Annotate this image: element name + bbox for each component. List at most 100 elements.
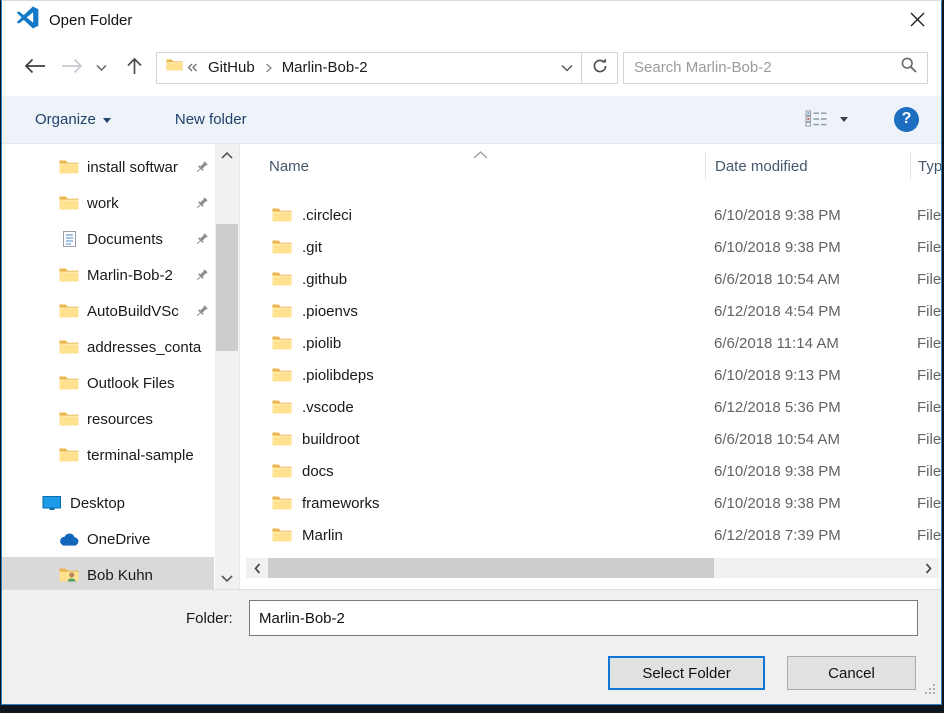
file-row[interactable]: .piolib 6/6/2018 11:14 AM File bbox=[240, 327, 941, 359]
address-box[interactable]: GitHub Marlin-Bob-2 bbox=[156, 52, 582, 84]
arrow-left-icon bbox=[23, 58, 46, 77]
close-button[interactable] bbox=[901, 6, 933, 36]
folder-icon bbox=[272, 303, 292, 319]
sidebar-item-addresses-conta[interactable]: addresses_conta bbox=[2, 329, 214, 365]
help-label: ? bbox=[902, 110, 912, 128]
file-type: File bbox=[910, 463, 941, 480]
folder-icon bbox=[272, 431, 292, 447]
file-name: .piolibdeps bbox=[302, 367, 374, 384]
breadcrumb-item-marlin-bob-2[interactable]: Marlin-Bob-2 bbox=[276, 59, 374, 76]
new-folder-button[interactable]: New folder bbox=[167, 105, 255, 134]
close-icon bbox=[910, 12, 925, 30]
scrollbar-thumb[interactable] bbox=[268, 558, 714, 578]
file-name: frameworks bbox=[302, 495, 380, 512]
file-type: File bbox=[910, 495, 941, 512]
scrollbar-thumb[interactable] bbox=[216, 224, 238, 351]
folder-icon bbox=[58, 159, 80, 175]
sidebar-item-label: terminal-sample bbox=[87, 447, 214, 464]
sidebar-item-label: Desktop bbox=[70, 495, 214, 512]
file-row[interactable]: frameworks 6/10/2018 9:38 PM File bbox=[240, 487, 941, 519]
sidebar-item-label: work bbox=[87, 195, 194, 212]
refresh-icon bbox=[591, 57, 609, 78]
documents-icon bbox=[58, 230, 80, 248]
scroll-up-button[interactable] bbox=[215, 146, 239, 164]
arrow-right-icon bbox=[61, 58, 84, 77]
file-type: File bbox=[910, 303, 941, 320]
cancel-button[interactable]: Cancel bbox=[787, 656, 916, 690]
onedrive-icon bbox=[58, 532, 80, 547]
file-name: .piolib bbox=[302, 335, 341, 352]
sidebar-item-bob-kuhn[interactable]: Bob Kuhn bbox=[2, 557, 214, 589]
file-type: File bbox=[910, 207, 941, 224]
chevron-down-icon bbox=[96, 60, 107, 75]
select-folder-button[interactable]: Select Folder bbox=[608, 656, 765, 690]
breadcrumb-item-github[interactable]: GitHub bbox=[202, 59, 261, 76]
up-button[interactable] bbox=[124, 57, 144, 78]
scroll-right-button[interactable] bbox=[917, 558, 939, 578]
column-header-type[interactable]: Typ bbox=[910, 152, 941, 180]
breadcrumb-overflow-button[interactable] bbox=[183, 63, 202, 72]
folder-icon bbox=[272, 527, 292, 543]
recent-locations-button[interactable] bbox=[94, 60, 108, 75]
sidebar-item-autobuildvsc[interactable]: AutoBuildVSc bbox=[2, 293, 214, 329]
command-toolbar: Organize New folder ? bbox=[2, 96, 941, 144]
folder-name-label: Folder: bbox=[186, 610, 233, 627]
list-view-icon bbox=[805, 110, 828, 130]
sidebar-scrollbar[interactable] bbox=[215, 144, 239, 589]
content-area: install softwar work Documents Marlin-Bo… bbox=[2, 144, 941, 589]
sort-ascending-icon[interactable] bbox=[473, 146, 488, 164]
folder-name-input[interactable] bbox=[249, 600, 918, 636]
address-dropdown-button[interactable] bbox=[553, 53, 581, 83]
help-button[interactable]: ? bbox=[894, 107, 919, 132]
file-row[interactable]: .github 6/6/2018 10:54 AM File bbox=[240, 263, 941, 295]
file-row[interactable]: .circleci 6/10/2018 9:38 PM File bbox=[240, 199, 941, 231]
file-type: File bbox=[910, 527, 941, 544]
sidebar-item-label: addresses_conta bbox=[87, 339, 214, 356]
pin-icon bbox=[194, 160, 209, 175]
file-type: File bbox=[910, 367, 941, 384]
file-row[interactable]: .piolibdeps 6/10/2018 9:13 PM File bbox=[240, 359, 941, 391]
back-button[interactable] bbox=[22, 58, 46, 77]
sidebar-item-documents[interactable]: Documents bbox=[2, 221, 214, 257]
sidebar-item-install-softwar[interactable]: install softwar bbox=[2, 149, 214, 185]
file-row[interactable]: .pioenvs 6/12/2018 4:54 PM File bbox=[240, 295, 941, 327]
column-header-date-modified[interactable]: Date modified bbox=[705, 152, 910, 180]
footer-bar: Folder: Select Folder Cancel bbox=[2, 589, 941, 704]
sidebar-item-marlin-bob-2[interactable]: Marlin-Bob-2 bbox=[2, 257, 214, 293]
sidebar-item-resources[interactable]: resources bbox=[2, 401, 214, 437]
sidebar-item-terminal-sample[interactable]: terminal-sample bbox=[2, 437, 214, 473]
sidebar-item-work[interactable]: work bbox=[2, 185, 214, 221]
search-input[interactable] bbox=[634, 59, 900, 76]
file-date-modified: 6/10/2018 9:38 PM bbox=[705, 239, 910, 256]
file-name: .circleci bbox=[302, 207, 352, 224]
file-row[interactable]: Marlin 6/12/2018 7:39 PM File bbox=[240, 519, 941, 551]
sidebar-item-onedrive[interactable]: OneDrive bbox=[2, 521, 214, 557]
file-row[interactable]: docs 6/10/2018 9:38 PM File bbox=[240, 455, 941, 487]
refresh-button[interactable] bbox=[581, 52, 618, 84]
sidebar-item-label: Outlook Files bbox=[87, 375, 214, 392]
folder-icon bbox=[272, 335, 292, 351]
sidebar-item-outlook-files[interactable]: Outlook Files bbox=[2, 365, 214, 401]
file-row[interactable]: buildroot 6/6/2018 10:54 AM File bbox=[240, 423, 941, 455]
navigation-bar: GitHub Marlin-Bob-2 bbox=[2, 39, 941, 96]
forward-button[interactable] bbox=[60, 58, 84, 77]
scroll-left-button[interactable] bbox=[246, 558, 268, 578]
organize-button[interactable]: Organize bbox=[27, 105, 119, 134]
sidebar-item-label: OneDrive bbox=[87, 531, 214, 548]
scroll-down-button[interactable] bbox=[215, 569, 239, 587]
sidebar-item-label: Documents bbox=[87, 231, 194, 248]
folder-icon bbox=[272, 463, 292, 479]
file-row[interactable]: .git 6/10/2018 9:38 PM File bbox=[240, 231, 941, 263]
file-row[interactable]: .vscode 6/12/2018 5:36 PM File bbox=[240, 391, 941, 423]
sidebar-item-desktop[interactable]: Desktop bbox=[2, 485, 214, 521]
horizontal-scrollbar[interactable] bbox=[246, 558, 939, 578]
resize-grip[interactable] bbox=[925, 682, 936, 700]
folder-icon bbox=[272, 207, 292, 223]
sidebar-item-label: Bob Kuhn bbox=[87, 567, 214, 584]
scrollbar-track[interactable] bbox=[714, 558, 917, 578]
sidebar-item-label: resources bbox=[87, 411, 214, 428]
pin-icon bbox=[194, 232, 209, 247]
file-type: File bbox=[910, 399, 941, 416]
address-bar: GitHub Marlin-Bob-2 bbox=[156, 52, 618, 84]
change-view-button[interactable] bbox=[801, 106, 852, 134]
